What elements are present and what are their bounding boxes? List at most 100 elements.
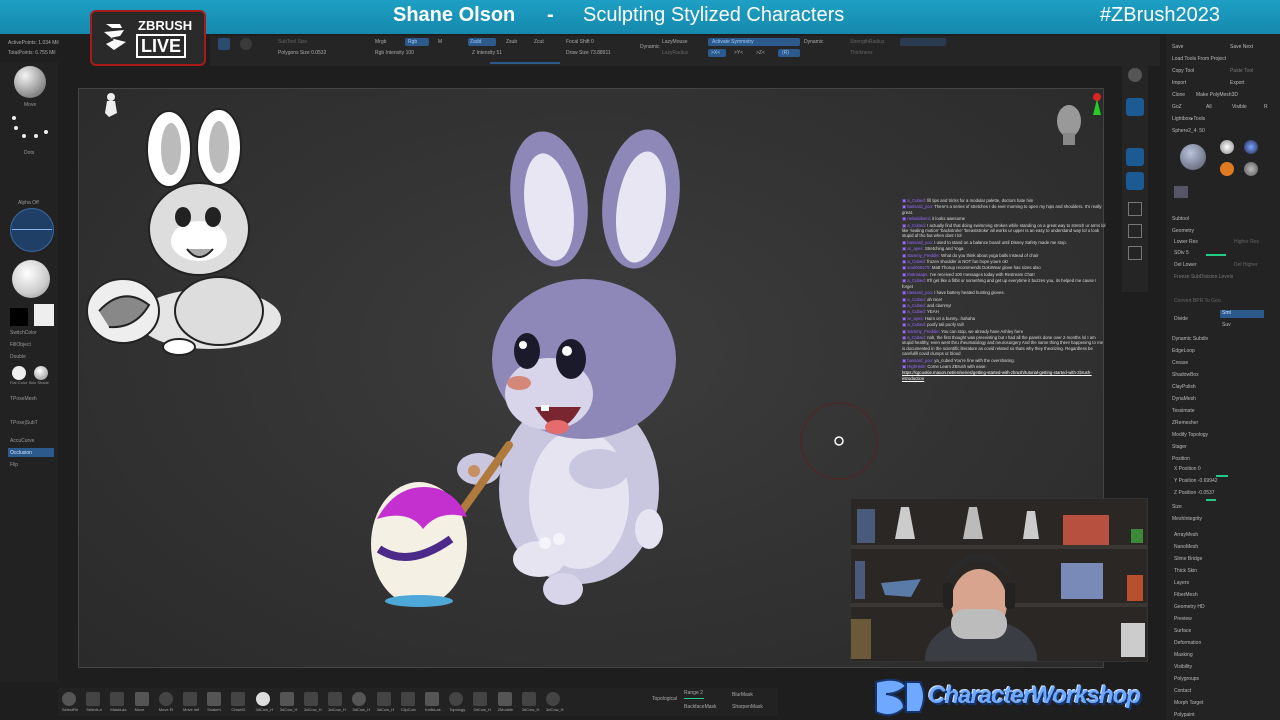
copy-tool-button[interactable]: Copy Tool	[1172, 68, 1194, 74]
x-symmetry-button[interactable]: >X<	[711, 50, 720, 56]
tessimate-menu[interactable]: Tessimate	[1172, 408, 1195, 414]
rotate-view-icon[interactable]	[1128, 202, 1142, 216]
layers-menu[interactable]: Layers	[1174, 580, 1189, 586]
size-menu[interactable]: Size	[1172, 504, 1182, 510]
modify-topology-menu[interactable]: Modify Topology	[1172, 432, 1208, 438]
load-tools-button[interactable]: Load Tools From Project	[1172, 56, 1226, 62]
lightbox-tools-button[interactable]: Lightbox▸Tools	[1172, 116, 1205, 122]
brush-slot-icon[interactable]	[158, 692, 173, 706]
sphere-tool-thumb[interactable]	[1180, 144, 1206, 170]
switch-color-button[interactable]: SwitchColor	[10, 330, 37, 336]
all-button[interactable]: All	[1206, 104, 1212, 110]
brush-slot-icon[interactable]	[328, 692, 343, 706]
divide-button[interactable]: Divide	[1174, 316, 1188, 322]
draw-size-slider[interactable]: Draw Size 73.88911	[566, 50, 611, 56]
brush-slot-icon[interactable]	[134, 692, 149, 706]
topological-toggle[interactable]: Topological	[652, 696, 677, 702]
z-symmetry-button[interactable]: >Z<	[756, 50, 765, 56]
sdiv-slider[interactable]: SDiv 5	[1174, 250, 1189, 256]
brush-slot-icon[interactable]	[473, 692, 488, 706]
del-higher-button[interactable]: Del Higher	[1234, 262, 1258, 268]
mrgb-button[interactable]: Mrgb	[375, 39, 386, 45]
brush-slot-icon[interactable]	[110, 692, 125, 706]
rgb-button[interactable]: Rgb	[408, 39, 417, 45]
nano-mesh-menu[interactable]: NanoMesh	[1174, 544, 1198, 550]
backface-mask-button[interactable]: BackfaceMask	[684, 704, 717, 710]
accu-curve-button[interactable]: AccuCurve	[10, 438, 34, 444]
flat-color-icon[interactable]	[12, 366, 26, 380]
bpr-icon[interactable]	[1128, 68, 1142, 82]
lazy-radius-slider[interactable]: LazyRadius	[662, 50, 688, 56]
goz-button[interactable]: GoZ	[1172, 104, 1182, 110]
flip-button[interactable]: Flip	[10, 462, 18, 468]
save-next-button[interactable]: Save Next	[1230, 44, 1253, 50]
paste-tool-button[interactable]: Paste Tool	[1230, 68, 1253, 74]
pose-figure-icon[interactable]	[105, 93, 117, 117]
dynamesh-menu[interactable]: DynaMesh	[1172, 396, 1196, 402]
r-button[interactable]: R	[1264, 104, 1268, 110]
smt-toggle[interactable]: Smt	[1222, 310, 1231, 316]
fiber-mesh-menu[interactable]: FiberMesh	[1174, 592, 1198, 598]
sphere-thumb-2[interactable]	[1220, 140, 1234, 154]
move-brush-icon[interactable]	[14, 66, 46, 98]
zadd-button[interactable]: Zadd	[470, 39, 481, 45]
geometry-menu[interactable]: Geometry	[1172, 228, 1194, 234]
r-symmetry-button[interactable]: (R)	[782, 50, 789, 56]
blur-mask-button[interactable]: BlurMask	[732, 692, 753, 698]
z-intensity-slider[interactable]: Z Intensity 51	[472, 50, 502, 56]
dynamic-button[interactable]: Dynamic	[640, 44, 659, 50]
brush-slot-icon[interactable]	[497, 692, 512, 706]
dynamic-thickness-button[interactable]: Dynamic	[804, 39, 823, 45]
brush-slot-icon[interactable]	[449, 692, 464, 706]
chat-link[interactable]: https://cgcookie.maxon.net/en/series/get…	[902, 370, 1106, 381]
position-menu[interactable]: Position	[1172, 456, 1190, 462]
edit-icon[interactable]	[218, 38, 230, 50]
skin-shade-icon[interactable]	[34, 366, 48, 380]
array-mesh-menu[interactable]: ArrayMesh	[1174, 532, 1198, 538]
spheres-thumb[interactable]	[1174, 186, 1188, 198]
polyf-icon[interactable]	[1128, 224, 1142, 238]
brush-slot-icon[interactable]	[231, 692, 246, 706]
thick-skin-menu[interactable]: Thick Skin	[1174, 568, 1197, 574]
brush-slot-icon[interactable]	[546, 692, 560, 706]
shadowbox-menu[interactable]: ShadowBox	[1172, 372, 1199, 378]
activate-symmetry-button[interactable]: Activate Symmetry	[712, 39, 754, 45]
brush-slot-icon[interactable]	[425, 692, 439, 706]
y-position-slider[interactable]: Y Position -0.69942	[1174, 478, 1218, 484]
clone-button[interactable]: Clone	[1172, 92, 1185, 98]
tpose-mesh-button[interactable]: TPoseMesh	[10, 396, 37, 402]
thickness-slider[interactable]: Thickness	[850, 50, 873, 56]
range-slider[interactable]: Range 2	[684, 690, 703, 696]
polygroups-menu[interactable]: Polygroups	[1174, 676, 1199, 682]
mesh-integrity-menu[interactable]: MeshIntegrity	[1172, 516, 1202, 522]
draw-icon[interactable]	[240, 38, 252, 50]
painted-egg[interactable]	[371, 482, 467, 607]
stroke-dots-icon[interactable]	[10, 114, 50, 144]
brush-slot-icon[interactable]	[279, 692, 294, 706]
brush-slot-icon[interactable]	[400, 692, 415, 706]
extra-slot[interactable]	[900, 38, 946, 46]
brush-slot-icon[interactable]	[62, 692, 76, 706]
del-lower-button[interactable]: Del Lower	[1174, 262, 1197, 268]
higher-res-button[interactable]: Higher Res	[1234, 239, 1259, 245]
strength-radius-slider[interactable]: StrengthRadius	[850, 39, 884, 45]
navigation-head-icon[interactable]	[1057, 93, 1101, 145]
polypaint-menu[interactable]: Polypaint	[1174, 712, 1195, 718]
brush-slot-icon[interactable]	[86, 692, 101, 706]
freeze-subdiv-button[interactable]: Freeze SubDivision Levels	[1174, 274, 1233, 280]
slime-bridge-menu[interactable]: Slime Bridge	[1174, 556, 1202, 562]
save-button[interactable]: Save	[1172, 44, 1183, 50]
contact-menu[interactable]: Contact	[1174, 688, 1191, 694]
lazy-mouse-button[interactable]: LazyMouse	[662, 39, 688, 45]
y-symmetry-button[interactable]: >Y<	[734, 50, 743, 56]
move-view-icon[interactable]	[1126, 148, 1144, 166]
eraser-thumb[interactable]	[1244, 162, 1258, 176]
brush-slot-icon[interactable]	[376, 692, 391, 706]
sharpen-mask-button[interactable]: SharpenMask	[732, 704, 763, 710]
brush-slot-icon[interactable]	[352, 692, 367, 706]
tpose-subt-button[interactable]: TPose|SubT	[10, 420, 38, 426]
brush-slot-icon[interactable]	[521, 692, 536, 706]
focal-shift-slider[interactable]: Focal Shift 0	[566, 39, 594, 45]
rgb-intensity-slider[interactable]: Rgb Intensity 100	[375, 50, 414, 56]
double-button[interactable]: Double	[10, 354, 26, 360]
